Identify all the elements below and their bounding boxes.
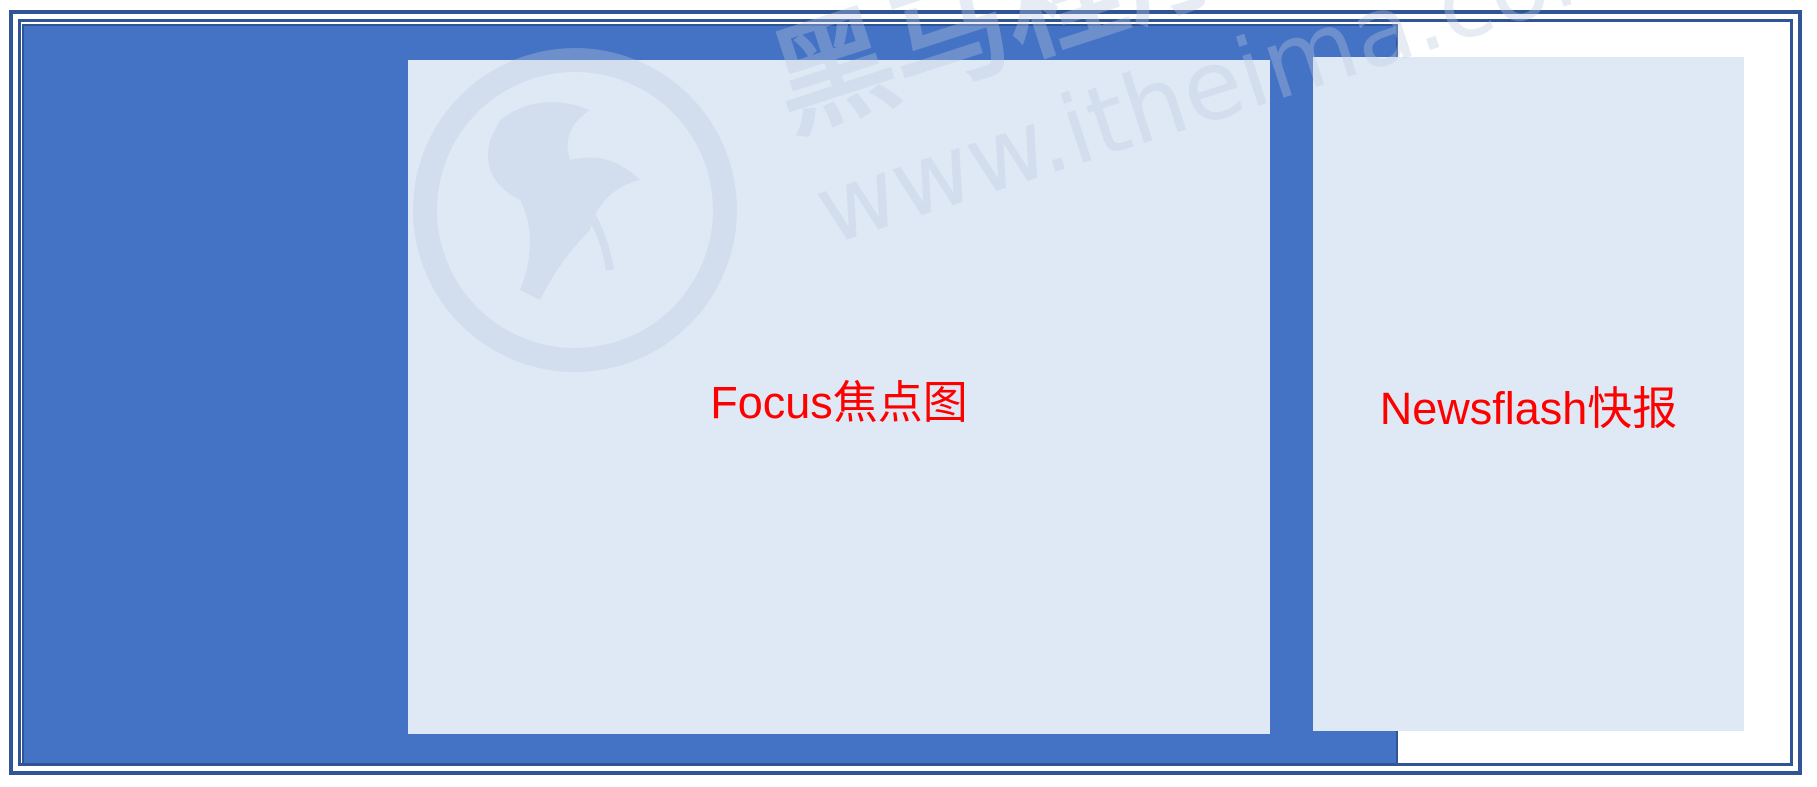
newsflash-box: Newsflash快报 (1313, 57, 1744, 731)
focus-label: Focus焦点图 (710, 376, 968, 428)
diagram-canvas: Focus焦点图 Newsflash快报 黑马程序员 www.itheima.c… (0, 0, 1817, 787)
focus-box: Focus焦点图 (408, 60, 1270, 734)
newsflash-label: Newsflash快报 (1379, 382, 1678, 434)
